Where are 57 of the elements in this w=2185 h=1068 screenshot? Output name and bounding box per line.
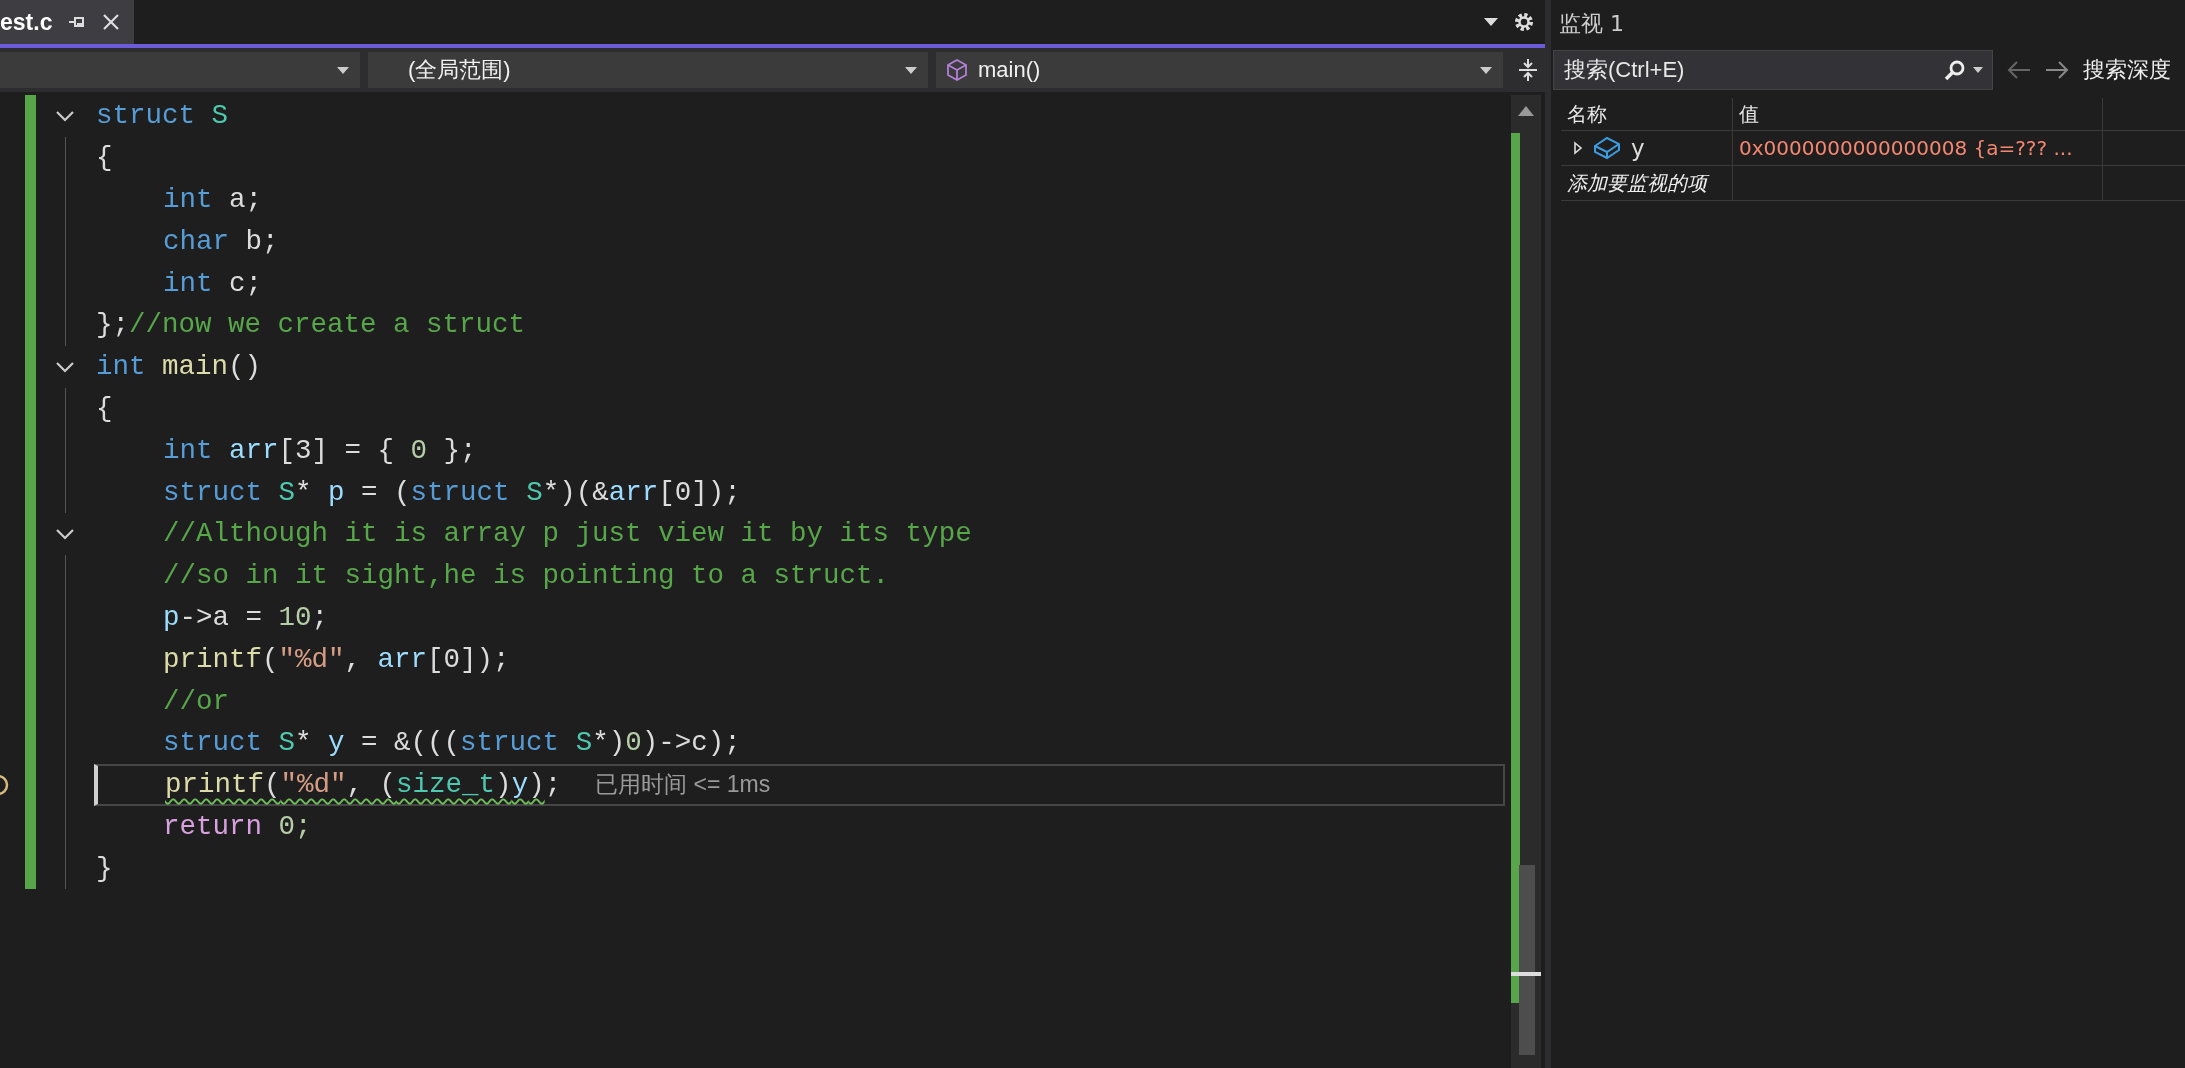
chevron-icon[interactable] <box>55 360 75 373</box>
forward-arrow-icon[interactable] <box>2045 61 2069 79</box>
column-header[interactable]: 值 <box>1733 98 2103 130</box>
watch-value: 0x0000000000000008 {a=??? ... <box>1733 131 2103 165</box>
pin-icon[interactable] <box>68 15 87 29</box>
file-tab[interactable]: est.c <box>0 0 135 44</box>
code-line: int arr[3] = { 0 }; <box>162 434 477 466</box>
code-line: struct S* y = &(((struct S*)0)->c); <box>162 727 741 759</box>
code-line: { <box>96 392 113 424</box>
code-line: int c; <box>162 267 263 299</box>
code-line: //so in it sight,he is pointing to a struct. <box>162 560 890 592</box>
code-line: char b; <box>162 225 279 257</box>
expand-icon[interactable] <box>1573 141 1583 155</box>
caret-icon[interactable] <box>1972 66 1984 74</box>
cube-icon <box>1593 136 1621 160</box>
close-icon[interactable] <box>102 13 121 31</box>
dropdown-icon[interactable] <box>1483 17 1499 27</box>
change-bar <box>25 847 36 890</box>
column-header[interactable]: 名称 <box>1561 98 1733 130</box>
code-line: p->a = 10; <box>162 601 329 633</box>
caret-icon <box>336 65 350 75</box>
code-line: struct S <box>96 100 229 132</box>
change-bar <box>25 95 36 137</box>
split-icon <box>1518 58 1538 82</box>
code-line: //or <box>162 685 229 717</box>
code-line: printf("%d", arr[0]); <box>162 643 510 675</box>
scope-dropdown[interactable]: (全局范围) <box>368 52 928 88</box>
scroll-thumb[interactable] <box>1519 865 1535 1055</box>
back-arrow-icon[interactable] <box>2007 61 2031 79</box>
caret-position-marker <box>1511 972 1541 976</box>
search-field[interactable]: 搜索(Ctrl+E) <box>1562 56 1938 84</box>
code-line: } <box>96 852 113 884</box>
caret-icon <box>1479 65 1493 75</box>
code-line: //Although it is array p just view it by its type <box>162 518 972 550</box>
search-box[interactable]: 搜索(Ctrl+E) <box>1553 50 1993 90</box>
code-line: };//now we create a struct <box>96 309 526 341</box>
variable-name: y <box>1631 135 1645 161</box>
vertical-scrollbar[interactable] <box>1511 95 1541 1068</box>
add-watch-item[interactable]: 添加要监视的项 <box>1561 166 1733 200</box>
cube-icon <box>946 58 968 82</box>
search-icon[interactable] <box>1944 59 1966 81</box>
code-line: struct S* p = (struct S*)(&arr[0]); <box>162 476 741 508</box>
settings-icon[interactable] <box>1513 11 1535 33</box>
code-line: printf("%d", (size_t)y); <box>164 769 562 801</box>
code-line: int main() <box>96 351 262 383</box>
caret-icon <box>904 65 918 75</box>
panel-title: 监视 1 <box>1558 10 1625 38</box>
code-line: { <box>96 142 113 174</box>
code-line: int a; <box>162 184 263 215</box>
elapsed-time-hint: 已用时间 <= 1ms <box>595 770 771 800</box>
scroll-up-icon[interactable] <box>1517 105 1535 117</box>
code-line: return 0; <box>162 810 312 842</box>
lightbulb-icon[interactable] <box>0 772 10 797</box>
member-dropdown[interactable]: main() <box>936 52 1503 88</box>
chevron-icon[interactable] <box>55 527 75 540</box>
search-depth-label: 搜索深度 <box>2083 56 2171 84</box>
chevron-icon[interactable] <box>55 109 75 122</box>
